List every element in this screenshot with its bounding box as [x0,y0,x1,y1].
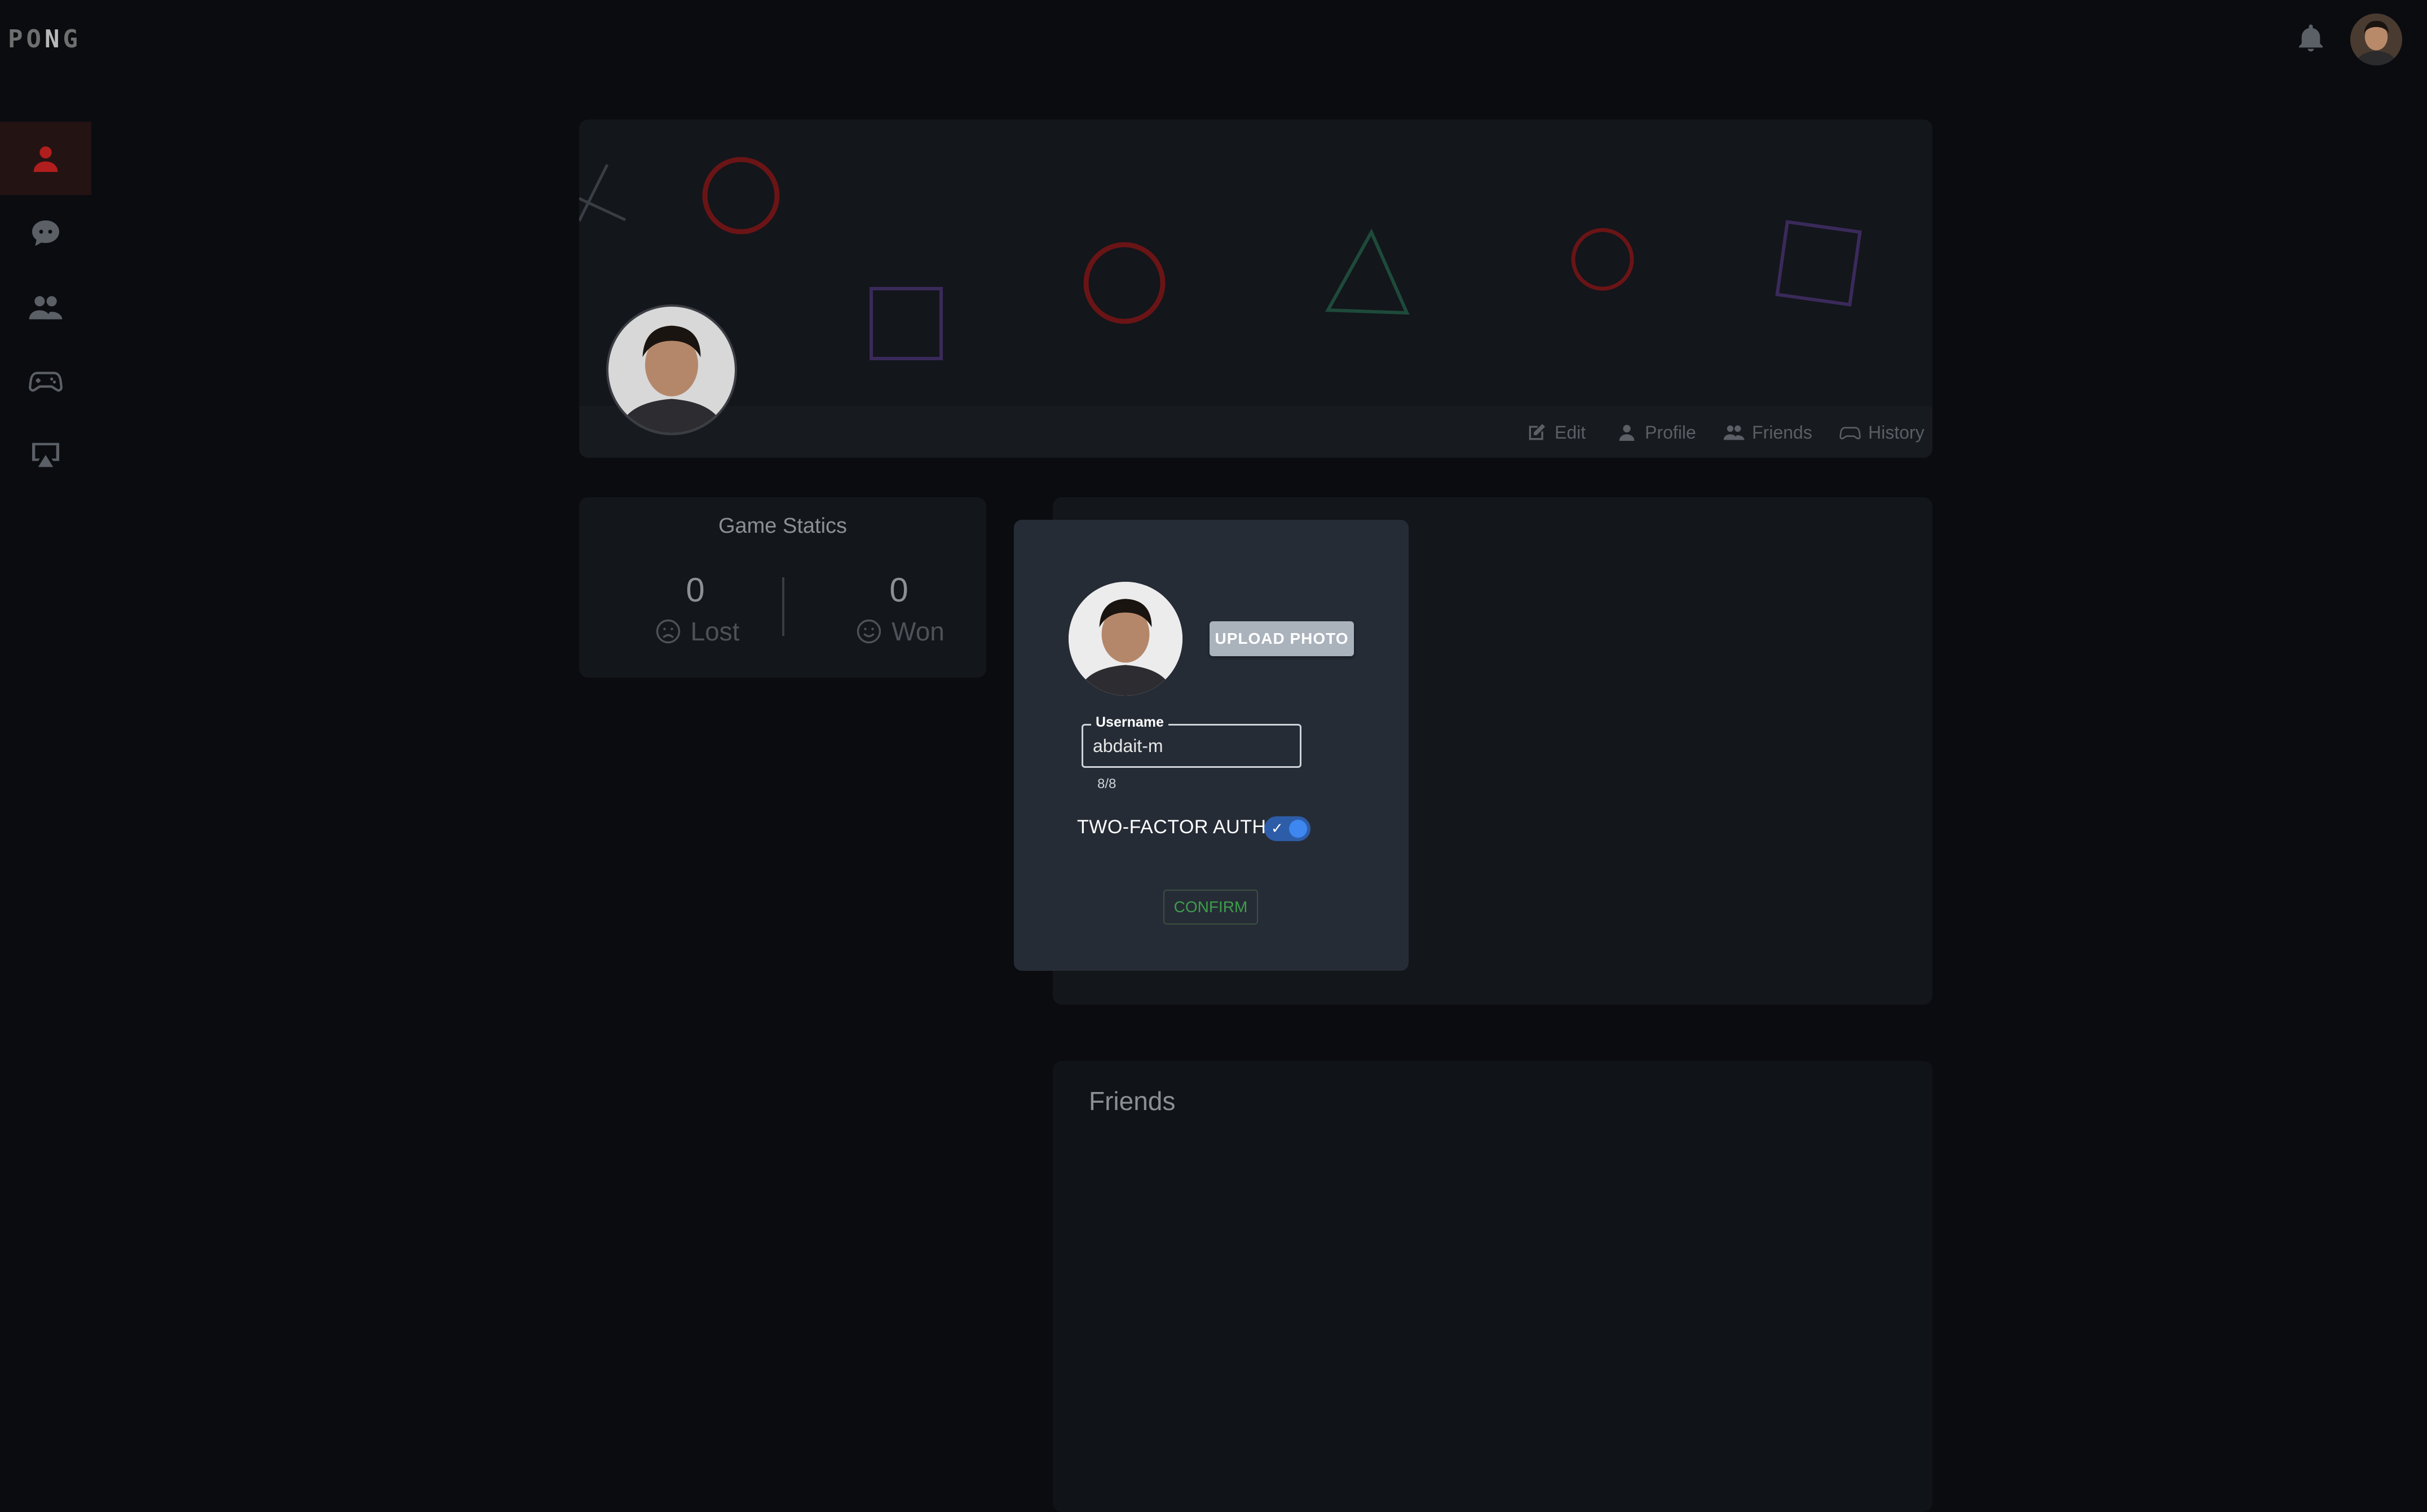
tab-edit[interactable]: Edit [1525,418,1586,446]
two-factor-toggle[interactable]: ✓ [1264,816,1310,841]
app-logo[interactable]: PONG [8,25,81,54]
stats-title: Game Statics [718,514,848,538]
banner-decoration-shapes [579,157,1862,360]
user-avatar[interactable] [2350,14,2402,65]
sad-face-icon [656,619,680,644]
tab-history-label: History [1868,422,1925,443]
tab-friends[interactable]: Friends [1723,418,1812,446]
notification-bell-icon[interactable] [2295,21,2327,55]
tab-profile[interactable]: Profile [1616,418,1696,446]
sidebar-item-stream[interactable] [0,418,91,492]
sidebar-item-chat[interactable] [0,197,91,271]
smile-face-icon [857,619,881,644]
tab-friends-label: Friends [1752,422,1812,443]
sidebar-item-game[interactable] [0,344,91,417]
users-icon [1723,425,1745,440]
friends-card: Friends [1053,1061,1932,1512]
won-stat: Won [826,614,973,648]
confirm-button[interactable]: CONFIRM [1163,890,1258,925]
edit-profile-modal: UPLOAD PHOTO Username 8/8 TWO-FACTOR AUT… [1014,520,1409,971]
chat-bubbles-icon [32,220,59,246]
stats-divider [782,577,784,636]
won-count: 0 [889,571,908,609]
user-icon [1619,425,1635,441]
sidebar-item-friends[interactable] [0,271,91,344]
modal-avatar [1069,582,1182,696]
sidebar-item-profile[interactable] [0,122,91,195]
gamepad-icon [1839,427,1861,440]
lost-label: Lost [690,617,740,646]
lost-count: 0 [686,571,705,609]
two-factor-label: TWO-FACTOR AUTH [1077,816,1267,838]
upload-photo-button[interactable]: UPLOAD PHOTO [1210,621,1354,656]
username-label: Username [1091,714,1168,731]
game-stats-card: Game Statics 0 Lost 0 Won [579,497,986,678]
tab-profile-label: Profile [1645,422,1696,443]
edit-icon [1529,424,1545,440]
tab-history[interactable]: History [1839,418,1925,446]
profile-avatar [606,304,737,435]
tab-edit-label: Edit [1555,422,1586,443]
toggle-knob [1289,820,1307,838]
screen-cast-icon [32,443,59,467]
profile-banner: Edit Profile Friends History [579,120,1932,458]
username-char-counter: 8/8 [1097,776,1117,792]
users-icon [29,296,63,320]
user-icon [33,146,58,172]
username-input[interactable] [1092,733,1295,759]
lost-stat: Lost [623,614,770,648]
friends-title: Friends [1089,1086,1176,1116]
won-label: Won [892,617,945,646]
check-icon: ✓ [1271,820,1283,837]
gamepad-icon [29,372,63,392]
